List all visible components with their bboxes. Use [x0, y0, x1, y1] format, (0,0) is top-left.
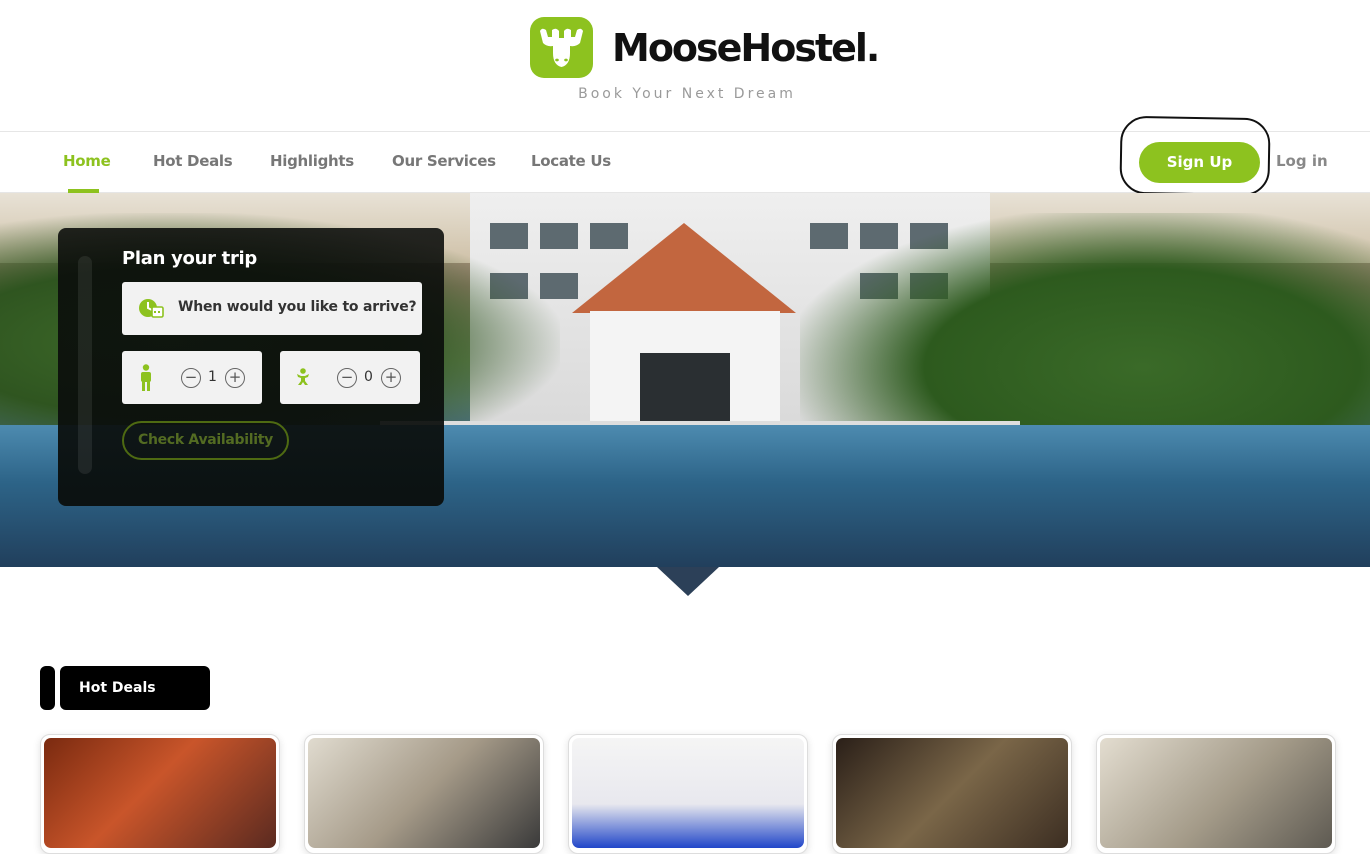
hot-deals-heading: Hot Deals [60, 666, 210, 710]
deal-card[interactable] [304, 734, 544, 854]
deal-card-image[interactable] [1100, 738, 1332, 848]
adults-decrement-button[interactable]: − [181, 368, 201, 388]
deal-card[interactable] [832, 734, 1072, 854]
nav-item-highlights[interactable]: Highlights [270, 152, 354, 170]
hero-pointer-arrow [657, 567, 719, 596]
children-count: 0 [364, 369, 373, 385]
brand-name[interactable]: MooseHostel. [612, 26, 880, 70]
deal-card[interactable] [40, 734, 280, 854]
deal-card-image[interactable] [44, 738, 276, 848]
panel-title: Plan your trip [122, 248, 257, 269]
children-stepper[interactable]: − 0 + [280, 351, 420, 404]
clock-calendar-icon [138, 297, 164, 323]
main-nav: Home Hot Deals Highlights Our Services L… [0, 115, 1370, 197]
deal-card-image[interactable] [836, 738, 1068, 848]
children-increment-button[interactable]: + [381, 368, 401, 388]
arrival-date-field[interactable]: When would you like to arrive? [122, 282, 422, 335]
adult-icon [138, 364, 154, 396]
adults-count: 1 [208, 369, 217, 385]
deal-card-image[interactable] [308, 738, 540, 848]
moose-icon[interactable] [530, 17, 593, 78]
brand-tagline: Book Your Next Dream [578, 86, 796, 102]
nav-item-our-services[interactable]: Our Services [392, 152, 496, 170]
child-icon [296, 368, 310, 390]
log-in-link[interactable]: Log in [1276, 152, 1328, 170]
section-marker [40, 666, 55, 710]
nav-item-locate-us[interactable]: Locate Us [531, 152, 611, 170]
site-header: MooseHostel. Book Your Next Dream [0, 0, 1370, 132]
adults-stepper[interactable]: − 1 + [122, 351, 262, 404]
nav-item-hot-deals[interactable]: Hot Deals [153, 152, 233, 170]
check-availability-button[interactable]: Check Availability [122, 421, 289, 460]
deal-card-image[interactable] [572, 738, 804, 848]
arrival-date-placeholder: When would you like to arrive? [178, 299, 417, 315]
nav-item-home[interactable]: Home [63, 152, 111, 170]
deal-card[interactable] [568, 734, 808, 854]
adults-increment-button[interactable]: + [225, 368, 245, 388]
plan-trip-panel: Plan your trip When would you like to ar… [58, 228, 444, 506]
sign-up-button[interactable]: Sign Up [1139, 142, 1260, 183]
deal-card[interactable] [1096, 734, 1336, 854]
children-decrement-button[interactable]: − [337, 368, 357, 388]
